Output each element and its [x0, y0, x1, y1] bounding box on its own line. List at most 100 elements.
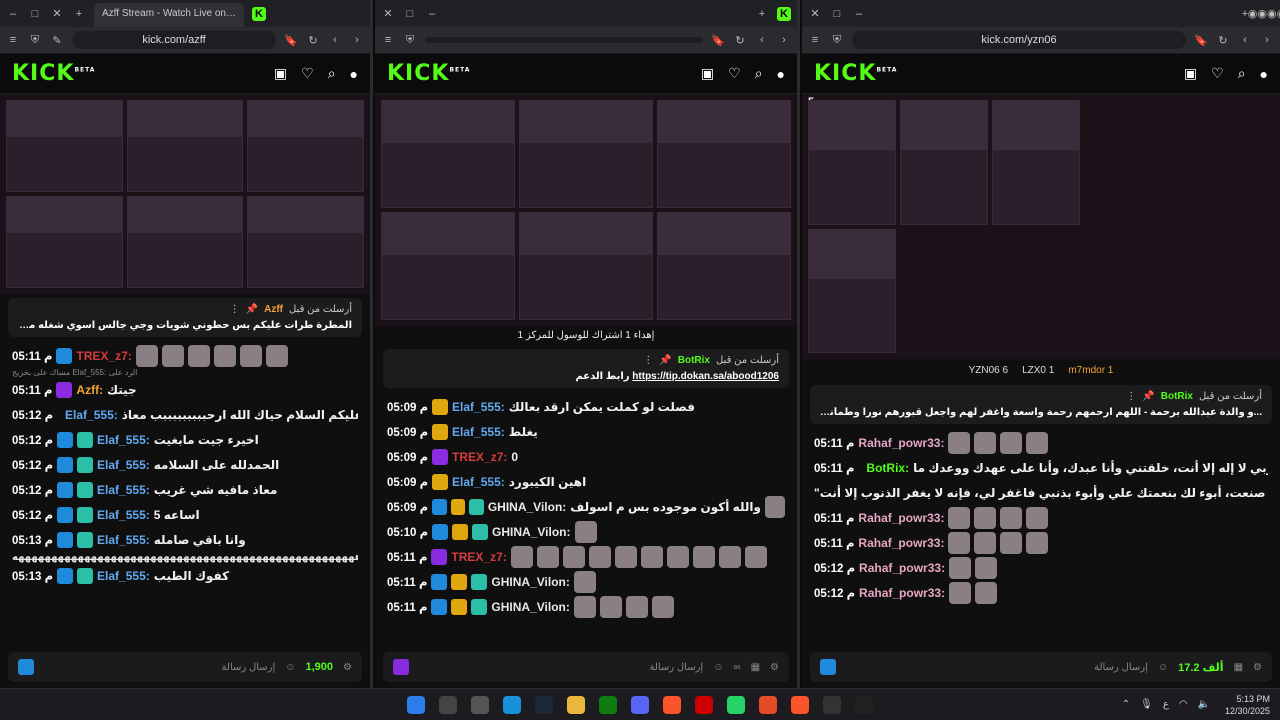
following-icon[interactable]: ▣	[1184, 65, 1197, 82]
username[interactable]: Rahaf_powr33:	[858, 436, 944, 450]
shield-icon[interactable]: ⛨	[830, 33, 844, 47]
reload-icon[interactable]: ↻	[1216, 33, 1230, 47]
volume-icon[interactable]: 🔈	[1198, 699, 1210, 710]
username[interactable]: GHINA_Vilon:	[491, 600, 569, 614]
app-icon[interactable]	[695, 695, 713, 714]
chat-message[interactable]: 05:11 م BotRix: "اللهم أنت ربي لا إله إلا …	[814, 455, 1268, 480]
username[interactable]: Rahaf_powr33:	[859, 561, 945, 575]
username[interactable]: Elaf_555:	[97, 508, 150, 522]
avatar[interactable]: ●	[777, 66, 785, 82]
chat-message[interactable]: 05:12 م Elaf_555: وعليكم السلام حياك الله …	[12, 402, 358, 427]
obs-icon[interactable]	[823, 695, 841, 714]
heart-icon[interactable]: ♡	[728, 65, 741, 82]
username[interactable]: Azff:	[76, 383, 103, 397]
username[interactable]: Elaf_555:	[97, 569, 150, 583]
chat-message[interactable]: 05:12 م Elaf_555: اساعه 5	[12, 502, 358, 527]
pin-menu-icon[interactable]: ⋮	[643, 355, 653, 366]
chat-message[interactable]: 05:11 م Azff: جيتك	[12, 377, 358, 402]
emote-icon[interactable]: ☺	[1158, 662, 1168, 673]
search-icon[interactable]: ⌕	[755, 65, 763, 82]
following-icon[interactable]: ▣	[274, 65, 287, 82]
menu-icon[interactable]: ≡	[808, 33, 822, 47]
following-icon[interactable]: ▣	[701, 65, 714, 82]
url-field[interactable]	[425, 37, 703, 43]
chat-input[interactable]: إرسال رسالة	[419, 662, 703, 673]
pin-menu-icon[interactable]: ⋮	[230, 304, 240, 315]
chat-message[interactable]: 05:11 م Rahaf_powr33:	[814, 505, 1268, 530]
maximize-icon[interactable]: □	[403, 8, 417, 20]
username[interactable]: Rahaf_powr33:	[859, 586, 945, 600]
chat-message[interactable]: 05:11 م GHINA_Vilon:	[387, 569, 785, 594]
new-tab-icon[interactable]: +	[72, 8, 86, 20]
settings-icon[interactable]: ⚙	[1253, 662, 1262, 673]
extensions-icon[interactable]: ✎	[50, 33, 64, 47]
username[interactable]: TREX_z7:	[76, 349, 131, 363]
brave-icon[interactable]	[663, 695, 681, 714]
forward-icon[interactable]: ›	[1260, 33, 1274, 47]
heart-icon[interactable]: ♡	[301, 65, 314, 82]
stream-chip[interactable]: LZX0 1	[1022, 365, 1054, 376]
heart-icon[interactable]: ♡	[1211, 65, 1224, 82]
whatsapp-icon[interactable]	[727, 695, 745, 714]
mic-icon[interactable]: 🎙	[1140, 699, 1153, 710]
pin-menu-icon[interactable]: ⋮	[1126, 391, 1136, 402]
steam-icon[interactable]	[535, 695, 553, 714]
username[interactable]: Elaf_555:	[452, 425, 505, 439]
store-icon[interactable]: ▦	[1234, 662, 1243, 673]
chat-input[interactable]: إرسال رسالة	[846, 662, 1148, 673]
maximize-icon[interactable]: □	[28, 8, 42, 20]
username[interactable]: BotRix:	[866, 461, 909, 475]
shield-icon[interactable]: ⛨	[403, 33, 417, 47]
app2-icon[interactable]	[855, 695, 873, 714]
chat-input[interactable]: إرسال رسالة	[44, 662, 276, 673]
store-icon[interactable]: ▦	[751, 662, 760, 673]
emote-icon[interactable]: ☺	[713, 662, 723, 673]
minimize-icon[interactable]: –	[852, 8, 866, 20]
clock[interactable]: 5:13 PM 12/30/2025	[1225, 693, 1270, 717]
minimize-icon[interactable]: –	[425, 8, 439, 20]
chat-message[interactable]: 05:12 م Rahaf_powr33:	[814, 580, 1268, 605]
chat-message[interactable]: 05:09 م Elaf_555: يغلط	[387, 419, 785, 444]
chat-message[interactable]: 05:11 م Rahaf_powr33:	[814, 430, 1268, 455]
chat-message[interactable]: استطعت، أعوذ بك من شر ما صنعت، أبوء لك ب…	[814, 480, 1268, 505]
bookmark-icon[interactable]: 🔖	[284, 33, 298, 47]
emote-icon[interactable]: ☺	[285, 662, 295, 673]
username[interactable]: Rahaf_powr33:	[858, 511, 944, 525]
video-player[interactable]	[0, 94, 370, 294]
wifi-icon[interactable]: ◠	[1179, 699, 1188, 710]
username[interactable]: Elaf_555:	[97, 483, 150, 497]
bookmark-icon[interactable]: 🔖	[1194, 33, 1208, 47]
chat-message[interactable]: 05:11 م TREX_z7:	[387, 544, 785, 569]
settings-icon[interactable]: ⚙	[343, 662, 352, 673]
username[interactable]: TREX_z7:	[451, 550, 506, 564]
username[interactable]: GHINA_Vilon:	[491, 575, 569, 589]
chat-message[interactable]: 05:09 م Elaf_555: اهين الكيبورد	[387, 469, 785, 494]
close-icon[interactable]: ✕	[50, 7, 64, 20]
minimize-icon[interactable]: –	[6, 8, 20, 20]
settings-icon[interactable]: ⚙	[770, 662, 779, 673]
stream-chip[interactable]: m7mdor 1	[1068, 365, 1113, 376]
close-icon[interactable]: ✕	[808, 7, 822, 20]
chat-message[interactable]: 05:12 م Elaf_555: الحمدلله على السلامه	[12, 452, 358, 477]
start-icon[interactable]	[407, 695, 425, 714]
url-field[interactable]: kick.com/azff	[72, 31, 276, 49]
task-view-icon[interactable]	[471, 695, 489, 714]
reload-icon[interactable]: ↻	[306, 33, 320, 47]
chat-message[interactable]: 05:11 م Rahaf_powr33:	[814, 530, 1268, 555]
discord-icon[interactable]	[631, 695, 649, 714]
language-indicator[interactable]: ع	[1163, 699, 1169, 710]
video-player[interactable]	[375, 94, 797, 326]
username[interactable]: GHINA_Vilon:	[492, 525, 570, 539]
menu-icon[interactable]: ≡	[381, 33, 395, 47]
avatar[interactable]: ●	[1260, 66, 1268, 82]
chat-message[interactable]: 05:12 م Rahaf_powr33:	[814, 555, 1268, 580]
url-field[interactable]: kick.com/yzn06	[852, 31, 1186, 49]
chat-message[interactable]: 05:10 م GHINA_Vilon:	[387, 519, 785, 544]
chat-message[interactable]: 05:09 م Elaf_555: فصلت لو كملت يمكن ارقد ب…	[387, 394, 785, 419]
points-icon[interactable]: ∞	[733, 662, 740, 673]
chrome-icon[interactable]	[759, 695, 777, 714]
pinned-link[interactable]: https://tip.dokan.sa/abood1206	[632, 371, 779, 382]
tab-favicons-icon[interactable]: ◉◉◉◉	[1248, 7, 1280, 21]
close-icon[interactable]: ✕	[381, 7, 395, 20]
username[interactable]: Elaf_555:	[97, 533, 150, 547]
